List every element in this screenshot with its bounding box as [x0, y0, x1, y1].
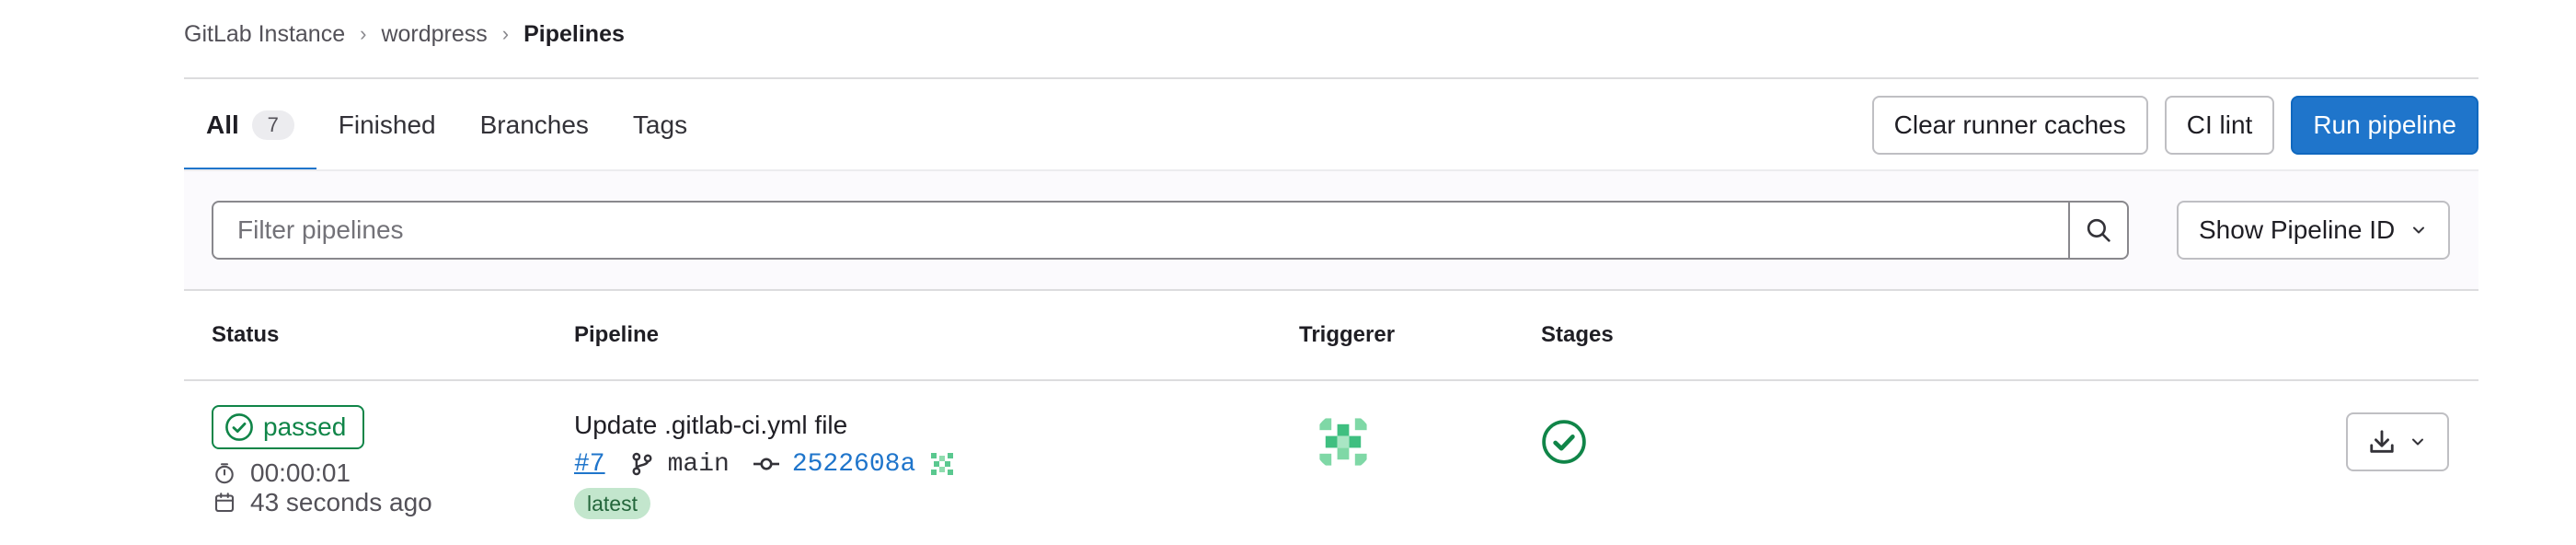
commit-icon	[753, 458, 779, 470]
tab-tags[interactable]: Tags	[611, 79, 709, 171]
download-icon	[2370, 430, 2394, 453]
author-avatar-icon[interactable]	[928, 450, 956, 478]
column-header-pipeline: Pipeline	[574, 322, 660, 347]
tab-branches[interactable]: Branches	[458, 79, 611, 171]
header-actions: Clear runner caches CI lint Run pipeline	[1871, 96, 2478, 155]
breadcrumb-item-current[interactable]: Pipelines	[523, 21, 625, 48]
search-button[interactable]	[2068, 201, 2129, 260]
divider	[184, 379, 2478, 381]
filter-bar: Show Pipeline ID	[184, 169, 2478, 291]
timer-icon	[215, 463, 234, 484]
column-header-status: Status	[212, 322, 280, 347]
finished-time: 43 seconds ago	[213, 488, 432, 517]
status-success-icon	[225, 413, 253, 441]
chevron-right-icon: ›	[501, 22, 510, 45]
search-icon	[2087, 218, 2110, 242]
chevron-right-icon: ›	[360, 22, 367, 45]
duration-value: 00:00:01	[250, 458, 351, 487]
commit-sha-link[interactable]: 2522608a	[792, 450, 915, 479]
branch-icon	[632, 452, 652, 476]
tab-tags-label: Tags	[632, 110, 688, 139]
commit-title-link[interactable]: Update .gitlab-ci.yml file	[574, 411, 847, 440]
stage-success-icon[interactable]	[1541, 419, 1587, 465]
show-pipeline-id-dropdown[interactable]: Show Pipeline ID	[2177, 201, 2451, 260]
tab-finished[interactable]: Finished	[316, 79, 458, 171]
status-badge[interactable]: passed	[212, 405, 365, 449]
pipeline-id-link[interactable]: #7	[574, 450, 605, 479]
run-pipeline-button[interactable]: Run pipeline	[2291, 96, 2478, 155]
tab-all[interactable]: All 7	[184, 79, 316, 171]
finished-time-value: 43 seconds ago	[250, 488, 432, 516]
triggerer-avatar[interactable]	[1314, 412, 1373, 471]
latest-badge: latest	[574, 488, 650, 519]
breadcrumb-item-instance[interactable]: GitLab Instance	[184, 21, 345, 48]
tab-finished-label: Finished	[338, 110, 436, 139]
pipeline-tabs: All 7 Finished Branches Tags	[184, 79, 709, 171]
column-header-triggerer: Triggerer	[1299, 322, 1396, 347]
tab-all-count: 7	[251, 110, 294, 140]
status-label: passed	[263, 412, 347, 441]
show-pipeline-id-label: Show Pipeline ID	[2199, 215, 2396, 244]
chevron-down-icon	[2413, 226, 2425, 234]
duration: 00:00:01	[213, 458, 351, 488]
calendar-icon	[214, 493, 235, 513]
breadcrumb: GitLab Instance › wordpress › Pipelines	[184, 20, 625, 48]
column-header-stages: Stages	[1541, 322, 1614, 347]
filter-search-group	[212, 201, 2129, 260]
download-artifacts-dropdown[interactable]	[2346, 412, 2449, 471]
chevron-down-icon	[2412, 438, 2423, 446]
branch-link[interactable]: main	[668, 450, 730, 479]
ci-lint-button[interactable]: CI lint	[2164, 96, 2275, 155]
breadcrumb-item-project[interactable]: wordpress	[381, 21, 487, 48]
tab-all-label: All	[206, 110, 239, 139]
tab-branches-label: Branches	[479, 110, 589, 139]
pipeline-refs: #7 main 2522608a	[574, 447, 956, 481]
clear-runner-caches-button[interactable]: Clear runner caches	[1871, 96, 2148, 155]
filter-pipelines-input[interactable]	[212, 201, 2068, 260]
